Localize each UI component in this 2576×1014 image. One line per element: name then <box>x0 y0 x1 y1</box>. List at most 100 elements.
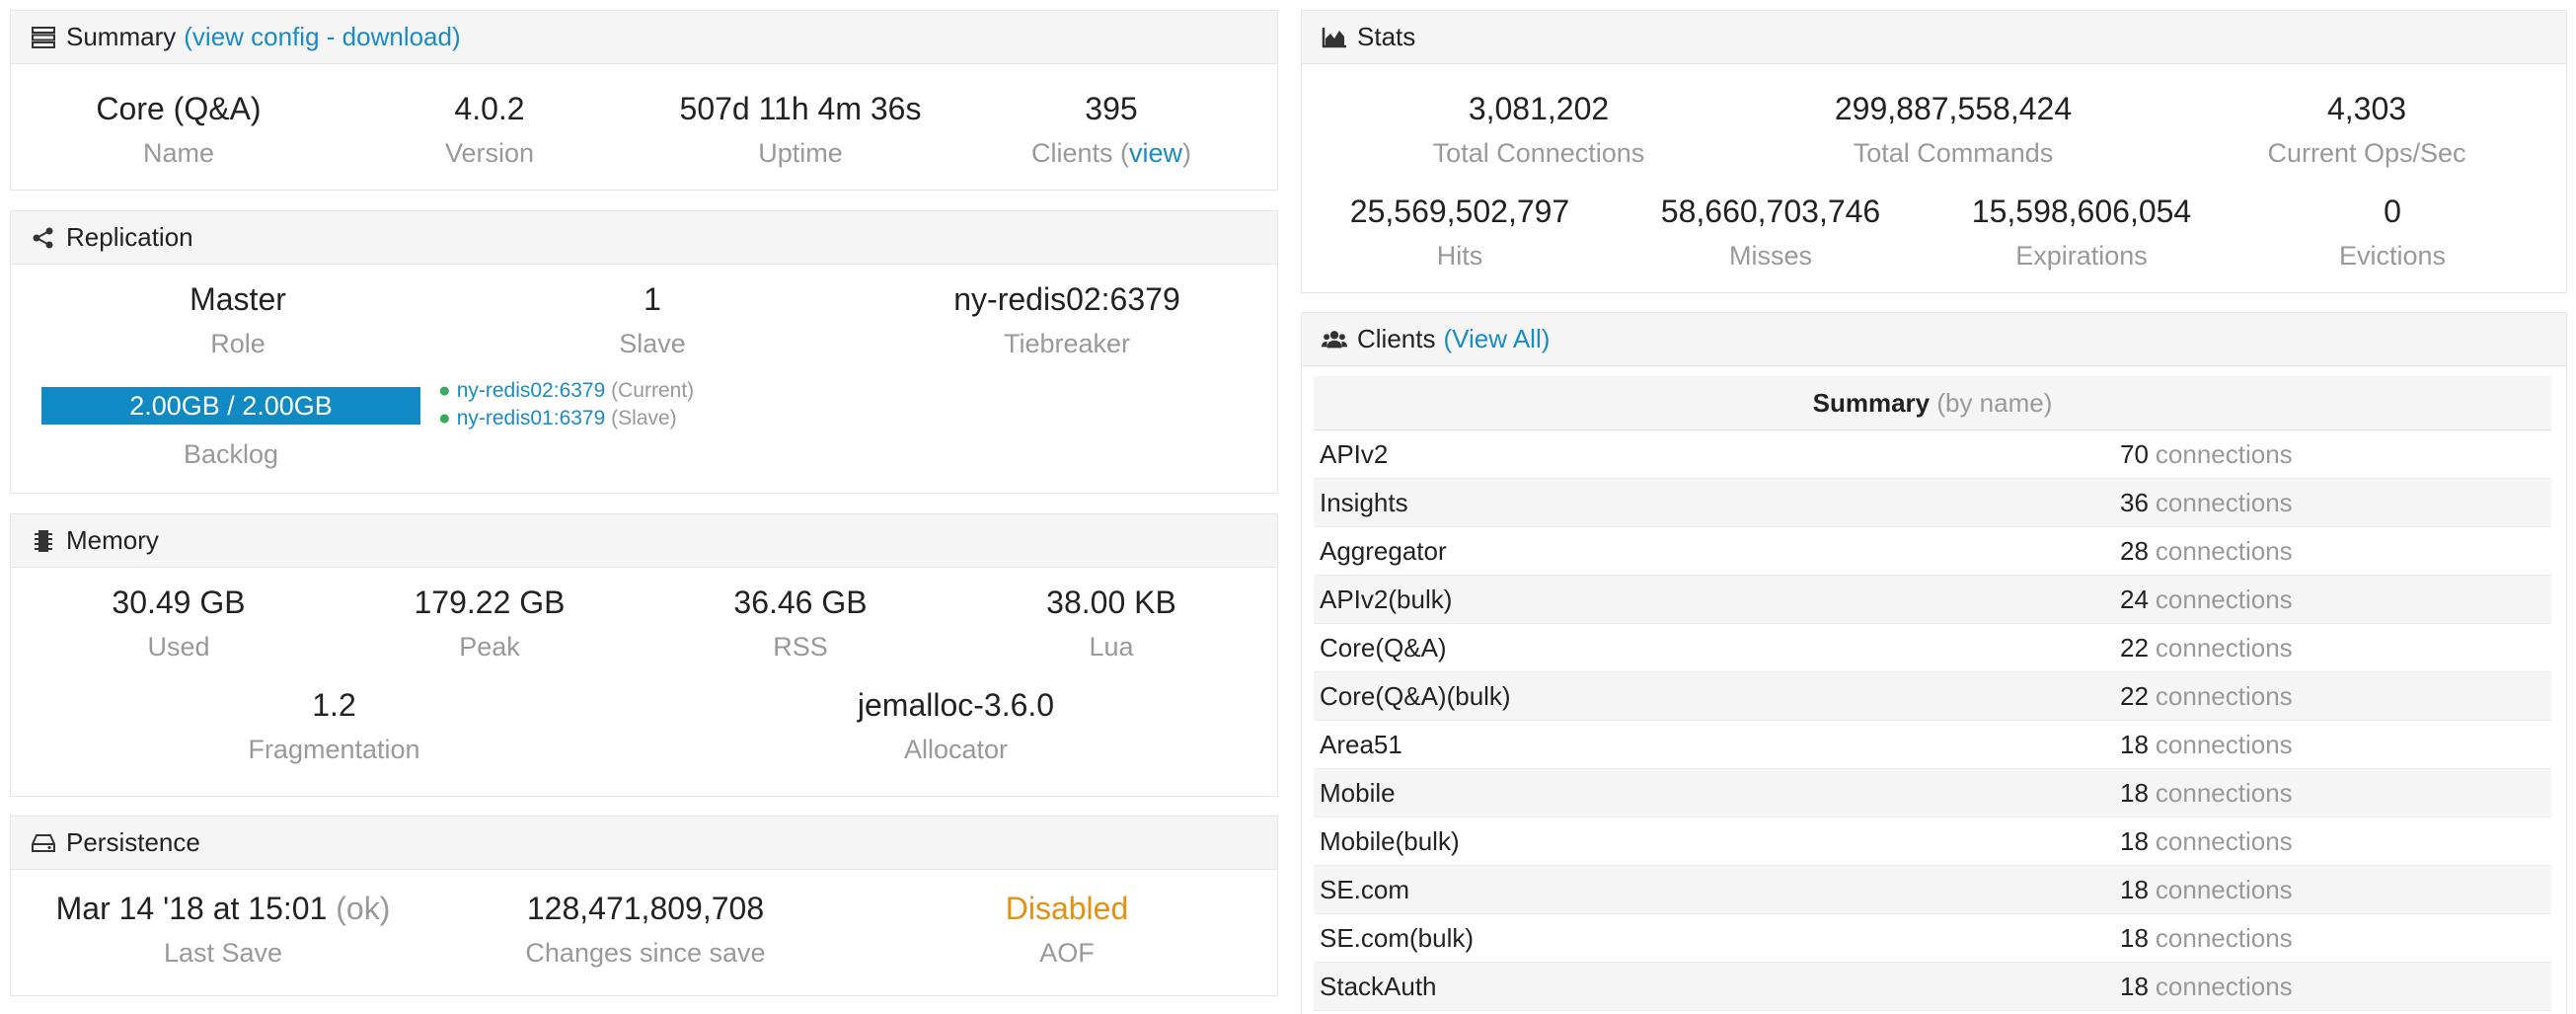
connections-word: connections <box>2155 487 2293 517</box>
stats-panel: Stats 3,081,202 Total Connections 299,88… <box>1301 10 2567 293</box>
persistence-last-save: Mar 14 '18 at 15:01 (ok) Last Save <box>11 890 435 970</box>
view-config-link[interactable]: view config <box>192 22 320 51</box>
summary-clients: 395 Clients (view) <box>944 90 1279 170</box>
link-separator: - <box>319 22 342 51</box>
slave-count-value: 1 <box>644 281 661 317</box>
clients-title: Clients <box>1357 324 1436 353</box>
view-all-link[interactable]: View All <box>1452 324 1542 353</box>
server-list-icon <box>31 25 56 50</box>
slave-host-link[interactable]: ny-redis01:6379 <box>457 407 606 429</box>
client-name: APIv2(bulk) <box>1320 584 1453 614</box>
summary-version: 4.0.2 Version <box>322 90 657 170</box>
persistence-aof: Disabled AOF <box>855 890 1279 970</box>
client-connections: 18 connections <box>2120 972 2551 1002</box>
slave-host-link[interactable]: ny-redis02:6379 <box>457 379 606 402</box>
area-chart-icon <box>1322 25 1347 50</box>
table-row[interactable]: Mobile 18 connections <box>1314 769 2551 818</box>
summary-name: Core (Q&A) Name <box>11 90 346 170</box>
memory-lua: 38.00 KB Lua <box>944 584 1279 663</box>
stats-header: Stats <box>1302 11 2566 64</box>
expirations-label: Expirations <box>2015 241 2148 271</box>
client-name: Mobile(bulk) <box>1320 825 1460 856</box>
aof-label: AOF <box>1039 938 1095 968</box>
connection-count: 18 <box>2120 825 2149 856</box>
memory-used: 30.49 GB Used <box>11 584 346 663</box>
client-connections: 18 connections <box>2120 923 2551 954</box>
table-row[interactable]: Core(Q&A) 22 connections <box>1314 624 2551 672</box>
client-connections: 36 connections <box>2120 488 2551 518</box>
client-name: SE.com <box>1320 874 1410 904</box>
stat-expirations: 15,598,606,054 Expirations <box>1924 193 2239 273</box>
last-save-time: Mar 14 '18 at 15:01 <box>55 891 328 926</box>
name-label: Name <box>142 138 215 168</box>
clients-table: Summary (by name) APIv2 70 connections Insi… <box>1314 376 2551 1011</box>
uptime-label: Uptime <box>758 138 843 168</box>
used-value: 30.49 GB <box>112 585 246 620</box>
stat-total-commands: 299,887,558,424 Total Commands <box>1746 90 2160 170</box>
hard-drive-icon <box>31 830 56 856</box>
table-title: Summary <box>1812 388 1931 418</box>
status-dot-icon: ● <box>438 379 451 402</box>
connection-count: 22 <box>2120 680 2149 711</box>
replication-header: Replication <box>11 211 1277 265</box>
stat-ops-sec: 4,303 Current Ops/Sec <box>2159 90 2574 170</box>
stats-title: Stats <box>1357 22 1416 51</box>
client-connections: 22 connections <box>2120 681 2551 712</box>
table-row[interactable]: Core(Q&A)(bulk) 22 connections <box>1314 672 2551 721</box>
table-row[interactable]: SE.com 18 connections <box>1314 866 2551 914</box>
table-row[interactable]: Area51 18 connections <box>1314 721 2551 769</box>
table-row[interactable]: Mobile(bulk) 18 connections <box>1314 818 2551 866</box>
memory-chip-icon <box>31 528 56 554</box>
slave-status: (Current) <box>611 379 695 402</box>
memory-header: Memory <box>11 514 1277 568</box>
client-name: Aggregator <box>1320 535 1447 566</box>
table-row[interactable]: APIv2 70 connections <box>1314 430 2551 479</box>
fragmentation-label: Fragmentation <box>248 735 420 764</box>
changes-value: 128,471,809,708 <box>526 891 765 926</box>
evictions-label: Evictions <box>2338 241 2447 271</box>
total-commands-value: 299,887,558,424 <box>1834 91 2073 126</box>
table-row[interactable]: APIv2(bulk) 24 connections <box>1314 576 2551 624</box>
evictions-value: 0 <box>2384 194 2401 229</box>
hits-value: 25,569,502,797 <box>1349 194 1570 229</box>
changes-label: Changes since save <box>525 938 766 968</box>
client-name: Core(Q&A)(bulk) <box>1320 680 1511 711</box>
table-row[interactable]: StackAuth 18 connections <box>1314 963 2551 1011</box>
stat-hits: 25,569,502,797 Hits <box>1302 193 1618 273</box>
memory-fragmentation: 1.2 Fragmentation <box>11 686 657 766</box>
misses-label: Misses <box>1728 241 1812 271</box>
connection-count: 18 <box>2120 922 2149 953</box>
connections-word: connections <box>2155 825 2293 856</box>
role-value: Master <box>189 281 286 317</box>
client-connections: 18 connections <box>2120 778 2551 809</box>
clients-table-body: APIv2 70 connections Insights 36 connections A… <box>1314 430 2551 1011</box>
clients-label-text: Clients <box>1030 138 1113 168</box>
table-row[interactable]: SE.com(bulk) 18 connections <box>1314 914 2551 963</box>
clients-view-link[interactable]: view <box>1129 138 1182 168</box>
expirations-value: 15,598,606,054 <box>1971 194 2192 229</box>
stat-misses: 58,660,703,746 Misses <box>1613 193 1929 273</box>
hits-label: Hits <box>1436 241 1483 271</box>
summary-title: Summary <box>66 22 177 51</box>
peak-value: 179.22 GB <box>414 585 566 620</box>
memory-peak: 179.22 GB Peak <box>322 584 657 663</box>
clients-header: Clients (View All) <box>1302 313 2566 366</box>
replication-role: Master Role <box>50 280 425 360</box>
aof-value: Disabled <box>1005 891 1129 926</box>
connection-count: 18 <box>2120 971 2149 1001</box>
last-save-value: Mar 14 '18 at 15:01 (ok) <box>11 890 435 927</box>
connections-word: connections <box>2155 971 2293 1001</box>
stat-evictions: 0 Evictions <box>2235 193 2550 273</box>
table-row[interactable]: Aggregator 28 connections <box>1314 527 2551 576</box>
summary-links: (view config - download) <box>184 22 460 52</box>
replication-slave-count: 1 Slave <box>465 280 840 360</box>
summary-header: Summary (view config - download) <box>11 11 1277 64</box>
paren-close: ) <box>451 22 461 51</box>
total-connections-value: 3,081,202 <box>1468 91 1610 126</box>
rss-label: RSS <box>773 632 828 662</box>
persistence-title: Persistence <box>66 827 200 857</box>
table-row[interactable]: Insights 36 connections <box>1314 479 2551 527</box>
slave-status: (Slave) <box>611 407 677 429</box>
download-link[interactable]: download <box>342 22 452 51</box>
backlog-label: Backlog <box>183 439 279 469</box>
